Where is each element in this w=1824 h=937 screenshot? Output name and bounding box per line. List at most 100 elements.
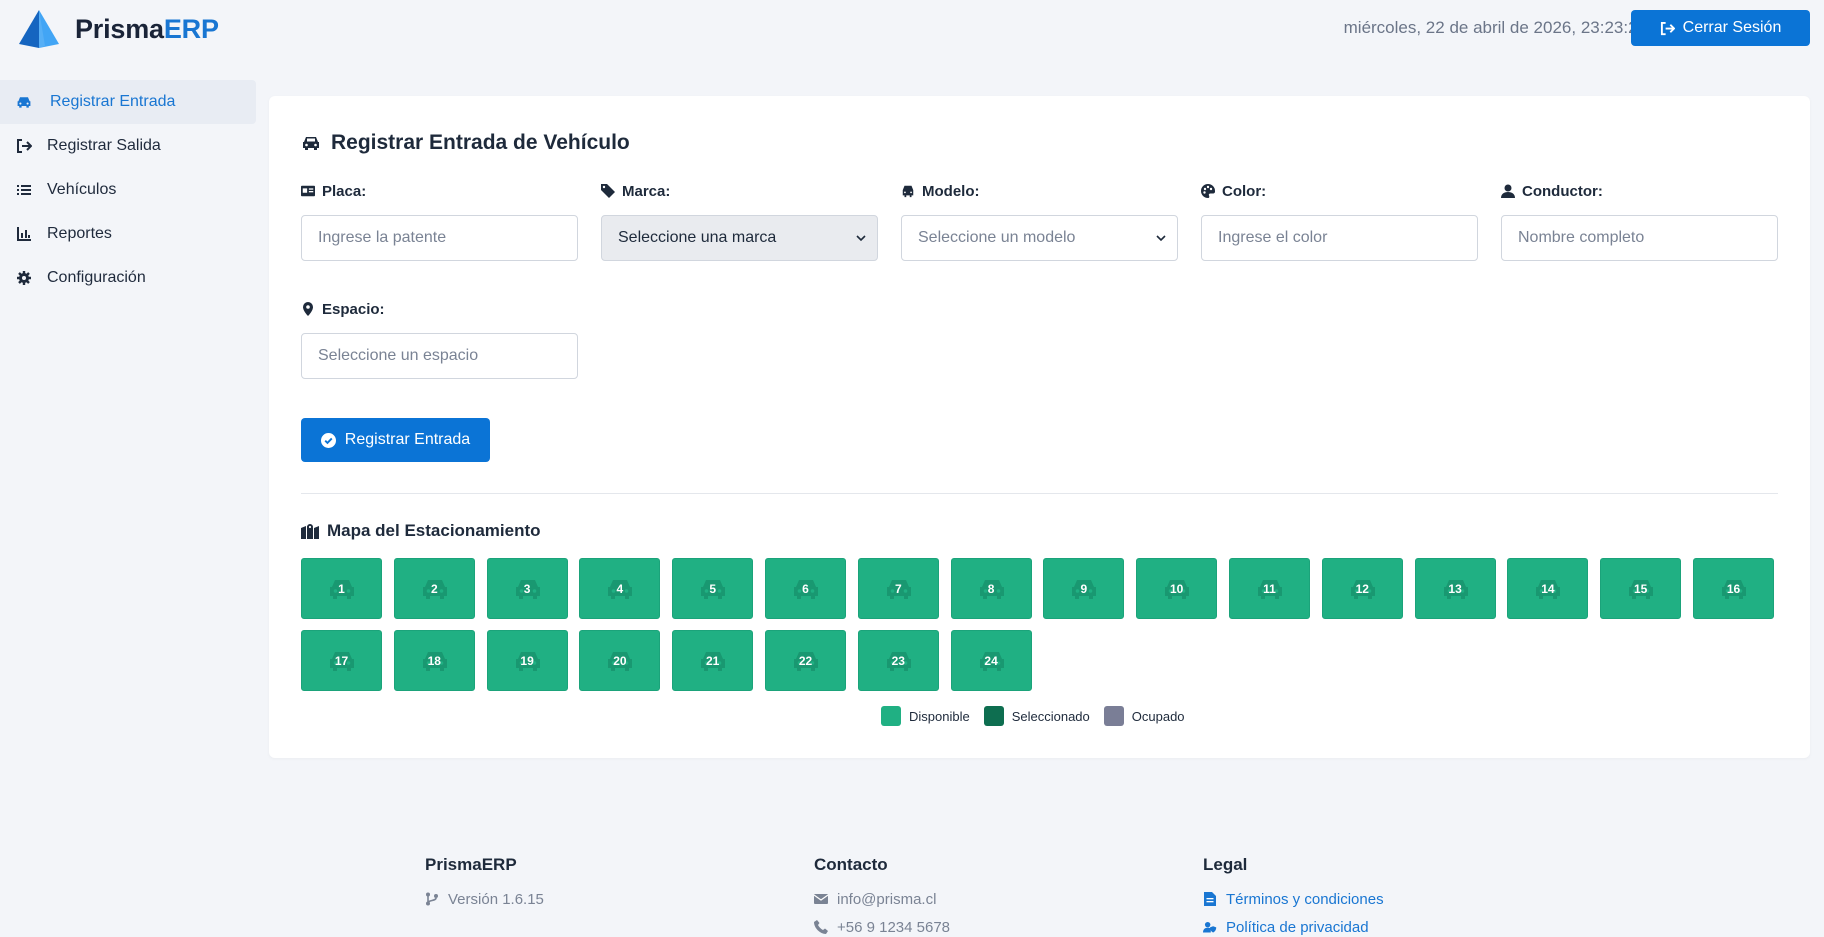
parking-spot-1[interactable]: 1 (301, 558, 382, 619)
list-icon (14, 180, 34, 200)
marca-label: Marca: (601, 182, 878, 200)
parking-spot-17[interactable]: 17 (301, 630, 382, 691)
logout-label: Cerrar Sesión (1682, 19, 1782, 36)
marca-select[interactable]: Seleccione una marca (601, 215, 878, 261)
entry-form-card: Registrar Entrada de Vehículo Placa: Ing… (269, 96, 1810, 758)
parking-spot-2[interactable]: 2 (393, 558, 475, 619)
parking-spot-number: 12 (1355, 581, 1369, 596)
parking-spot-14[interactable]: 14 (1507, 558, 1589, 619)
phone-icon (814, 920, 828, 934)
sidebar-item-registrar-entrada[interactable]: Registrar Entrada (0, 80, 256, 124)
footer-brand-title: PrismaERP (425, 855, 517, 874)
sidebar-item-reportes[interactable]: Reportes (0, 212, 256, 256)
placa-field-group: Placa: Ingrese la patente (301, 182, 578, 261)
parking-spot-number: 10 (1170, 581, 1184, 596)
parking-legend: Disponible Seleccionado Ocupado (881, 706, 1199, 726)
parking-spot-20[interactable]: 20 (579, 630, 661, 691)
parking-spot-number: 9 (1080, 581, 1088, 596)
parking-spot-number: 7 (894, 581, 902, 596)
parking-spot-11[interactable]: 11 (1229, 558, 1310, 619)
prism-logo-icon (19, 10, 59, 48)
parking-spot-21[interactable]: 21 (672, 630, 754, 691)
espacio-label: Espacio: (301, 300, 578, 318)
legend-item-ocupado: Ocupado (1103, 706, 1185, 726)
sidebar-item-label: Registrar Entrada (50, 93, 176, 110)
parking-spot-13[interactable]: 13 (1414, 558, 1496, 619)
footer-legal-title: Legal (1203, 855, 1248, 874)
footer-legal-column: Legal Términos y condiciones Política de… (1203, 855, 1384, 937)
parking-spot-24[interactable]: 24 (950, 630, 1032, 691)
map-pin-icon (303, 302, 313, 316)
espacio-field-group: Espacio: Seleccione un espacio (301, 300, 578, 379)
legend-swatch (983, 706, 1004, 726)
parking-spot-3[interactable]: 3 (486, 558, 568, 619)
parking-spot-number: 14 (1541, 581, 1555, 596)
parking-spot-number: 3 (523, 581, 531, 596)
legend-item-seleccionado: Seleccionado (983, 706, 1090, 726)
parking-spot-number: 15 (1634, 581, 1648, 596)
app-header: PrismaERP miércoles, 22 de abril de 2026… (0, 0, 1824, 58)
user-icon (1501, 184, 1515, 198)
palette-icon (1201, 184, 1215, 198)
check-circle-icon (320, 432, 336, 448)
parking-spot-number: 20 (613, 653, 627, 668)
parking-spot-number: 13 (1448, 581, 1462, 596)
color-field-group: Color: Ingrese el color (1201, 182, 1478, 261)
chart-icon (14, 224, 34, 244)
logout-button[interactable]: Cerrar Sesión (1631, 10, 1810, 46)
conductor-label: Conductor: (1501, 182, 1778, 200)
parking-spot-6[interactable]: 6 (765, 558, 846, 619)
sidebar-nav: Registrar Entrada Registrar Salida Vehíc… (0, 80, 256, 300)
modelo-label: Modelo: (901, 182, 1178, 200)
parking-spot-4[interactable]: 4 (579, 558, 661, 619)
parking-spot-number: 18 (427, 653, 441, 668)
placa-label: Placa: (301, 182, 578, 200)
parking-spot-15[interactable]: 15 (1600, 558, 1682, 619)
parking-map-title: Mapa del Estacionamiento (301, 521, 541, 541)
sidebar-item-label: Registrar Salida (47, 137, 161, 154)
privacy-link[interactable]: Política de privacidad (1203, 913, 1384, 937)
parking-spot-12[interactable]: 12 (1321, 558, 1403, 619)
car-front-icon (902, 185, 914, 198)
page-title: Registrar Entrada de Vehículo (301, 131, 630, 155)
parking-spot-23[interactable]: 23 (857, 630, 939, 691)
parking-spot-number: 17 (334, 653, 349, 668)
gear-icon (14, 268, 34, 288)
footer-contact-column: Contacto info@prisma.cl +56 9 1234 5678 (814, 855, 950, 937)
parking-spot-7[interactable]: 7 (857, 558, 939, 619)
parking-spot-5[interactable]: 5 (672, 558, 754, 619)
marca-field-group: Marca: Seleccione una marca (601, 182, 878, 261)
sidebar-item-label: Configuración (47, 269, 146, 286)
terms-link[interactable]: Términos y condiciones (1203, 885, 1384, 913)
parking-spot-number: 16 (1726, 581, 1741, 596)
parking-spot-22[interactable]: 22 (765, 630, 846, 691)
parking-spot-18[interactable]: 18 (393, 630, 475, 691)
contact-phone[interactable]: +56 9 1234 5678 (814, 913, 950, 937)
parking-spot-16[interactable]: 16 (1693, 558, 1774, 619)
chevron-down-icon (1156, 235, 1166, 242)
registrar-entrada-button[interactable]: Registrar Entrada (301, 418, 490, 462)
sign-out-icon (14, 136, 34, 156)
parking-spot-10[interactable]: 10 (1136, 558, 1218, 619)
sidebar-item-registrar-salida[interactable]: Registrar Salida (0, 124, 256, 168)
contact-email[interactable]: info@prisma.cl (814, 885, 950, 913)
version-info: Versión 1.6.15 (425, 885, 544, 913)
parking-spot-9[interactable]: 9 (1043, 558, 1125, 619)
sidebar-item-configuracion[interactable]: Configuración (0, 256, 256, 300)
sidebar-item-label: Reportes (47, 225, 112, 242)
color-label: Color: (1201, 182, 1478, 200)
modelo-select[interactable]: Seleccione un modelo (901, 215, 1178, 261)
legend-swatch (1103, 706, 1124, 726)
sidebar-item-vehiculos[interactable]: Vehículos (0, 168, 256, 212)
user-shield-icon (1203, 921, 1217, 933)
file-icon (1204, 892, 1216, 906)
parking-spot-19[interactable]: 19 (486, 630, 568, 691)
brand-logo[interactable]: PrismaERP (19, 10, 219, 48)
color-input[interactable]: Ingrese el color (1201, 215, 1478, 261)
placa-input[interactable]: Ingrese la patente (301, 215, 578, 261)
espacio-input[interactable]: Seleccione un espacio (301, 333, 578, 379)
parking-spot-8[interactable]: 8 (950, 558, 1032, 619)
conductor-input[interactable]: Nombre completo (1501, 215, 1778, 261)
sidebar-item-label: Vehículos (47, 181, 117, 198)
map-marked-icon (301, 524, 319, 539)
